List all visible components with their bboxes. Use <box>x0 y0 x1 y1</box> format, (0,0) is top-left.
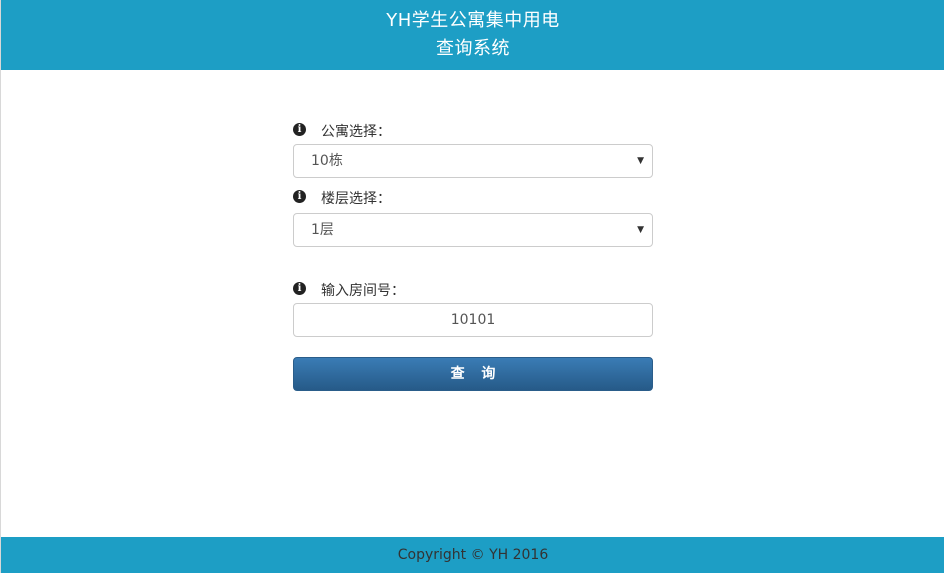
apartment-selected-value: 10栋 <box>311 153 343 169</box>
apartment-label: 公寓选择： <box>321 124 391 140</box>
floor-select[interactable]: 1层 ▼ <box>293 213 653 247</box>
room-label: 输入房间号： <box>321 283 405 299</box>
copyright-text: Copyright © YH 2016 <box>397 547 549 563</box>
apartment-select[interactable]: 10栋 ▼ <box>293 144 653 178</box>
query-button[interactable]: 查 询 <box>293 357 653 391</box>
room-number-input[interactable]: 10101 <box>293 303 653 337</box>
info-icon: i <box>293 189 306 203</box>
page: YH学生公寓集中用电 查询系统 i 公寓选择： 10栋 ▼ i 楼层选择： 1层… <box>0 0 944 573</box>
page-footer: Copyright © YH 2016 <box>1 537 944 573</box>
floor-selected-value: 1层 <box>311 222 334 238</box>
floor-label: 楼层选择： <box>321 191 391 207</box>
chevron-down-icon: ▼ <box>637 225 644 235</box>
info-icon: i <box>293 281 306 295</box>
header-title-line2: 查询系统 <box>436 38 510 59</box>
query-form: i 公寓选择： 10栋 ▼ i 楼层选择： 1层 ▼ i 输入房间号： 1010… <box>293 120 653 391</box>
floor-label-row: i 楼层选择： <box>293 187 653 209</box>
page-header: YH学生公寓集中用电 查询系统 <box>1 0 944 70</box>
chevron-down-icon: ▼ <box>637 156 644 166</box>
info-icon: i <box>293 122 306 136</box>
apartment-label-row: i 公寓选择： <box>293 120 653 142</box>
room-label-row: i 输入房间号： <box>293 279 653 301</box>
header-title-line1: YH学生公寓集中用电 <box>386 10 560 31</box>
